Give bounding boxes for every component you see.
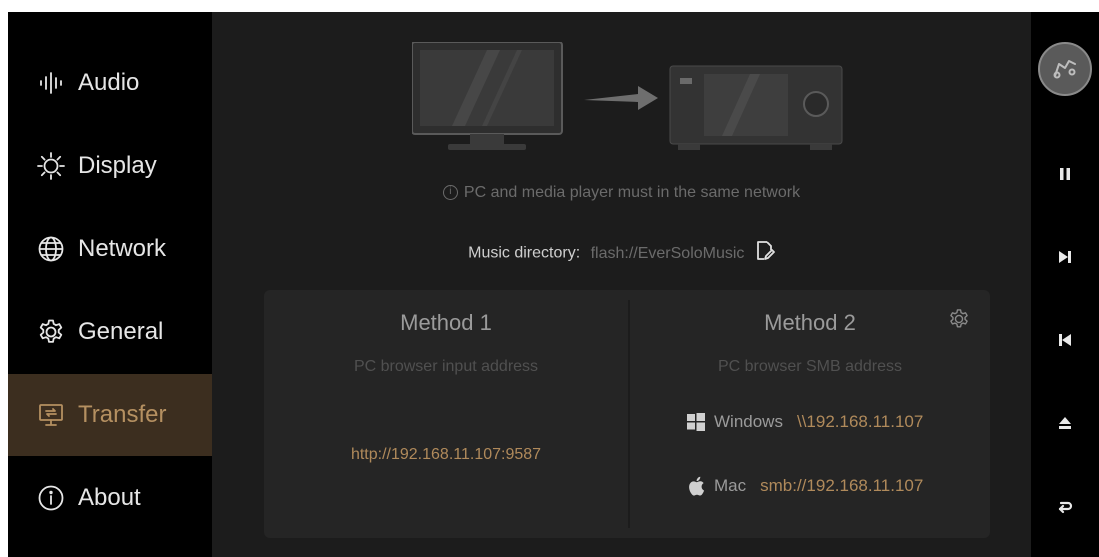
eject-icon[interactable] [1045,403,1085,443]
brightness-icon [34,149,68,183]
windows-icon [686,412,706,432]
method-2-panel: Method 2 PC browser SMB address Windows … [630,290,990,538]
sidebar: Audio Display Network General Transfer A… [8,12,212,557]
sidebar-item-label: Display [78,152,157,179]
next-track-icon[interactable] [1045,237,1085,277]
music-directory: Music directory: flash://EverSoloMusic [212,240,1031,267]
mac-label: Mac [714,476,747,495]
transfer-panel: i PC and media player must in the same ne… [212,12,1031,557]
method-1-title: Method 1 [400,310,492,335]
mac-smb-address[interactable]: smb://192.168.11.107 [760,476,923,496]
sidebar-item-label: Network [78,235,167,262]
smb-settings-gear-icon[interactable] [948,308,970,335]
sidebar-item-label: About [78,484,141,511]
info-icon [34,481,68,515]
music-directory-value: flash://EverSoloMusic [590,244,745,262]
globe-icon [34,232,68,266]
windows-smb-row: Windows \\192.168.11.107 [686,412,923,432]
pause-icon[interactable] [1045,154,1085,194]
app-frame: Audio Display Network General Transfer A… [8,12,1099,557]
gear-icon [34,315,68,349]
sidebar-item-transfer[interactable]: Transfer [8,374,212,456]
info-icon: i [442,185,458,201]
music-directory-label: Music directory: [468,244,581,262]
sidebar-item-network[interactable]: Network [8,208,212,290]
method-1-subtitle: PC browser input address [353,358,539,375]
pc-to-player-illustration [412,42,843,150]
edit-directory-icon[interactable] [755,240,775,267]
album-art[interactable] [1038,42,1092,96]
audio-waveform-icon [34,66,68,100]
method-1-url[interactable]: http://192.168.11.107:9587 [264,446,628,464]
back-icon[interactable] [1045,486,1085,526]
method-2-title: Method 2 [764,310,856,335]
sidebar-item-label: Transfer [78,401,167,428]
sidebar-item-about[interactable]: About [8,457,212,539]
method-1-panel: Method 1 PC browser input address http:/… [264,290,628,538]
apple-icon [686,476,706,496]
sidebar-item-audio[interactable]: Audio [8,42,212,124]
method-2-subtitle: PC browser SMB address [717,358,903,375]
previous-track-icon[interactable] [1045,320,1085,360]
playback-controls [1031,12,1099,557]
sidebar-item-general[interactable]: General [8,291,212,373]
sidebar-item-label: Audio [78,69,140,96]
monitor-transfer-icon [34,398,68,432]
transfer-methods-card: Method 1 PC browser input address http:/… [264,290,990,538]
sidebar-item-display[interactable]: Display [8,125,212,207]
windows-smb-address[interactable]: \\192.168.11.107 [797,412,923,432]
notice-text: PC and media player must in the same net… [463,184,801,201]
windows-label: Windows [714,412,783,431]
same-network-notice: i PC and media player must in the same ne… [212,184,1031,202]
sidebar-item-label: General [78,318,164,345]
mac-smb-row: Mac smb://192.168.11.107 [686,476,923,496]
